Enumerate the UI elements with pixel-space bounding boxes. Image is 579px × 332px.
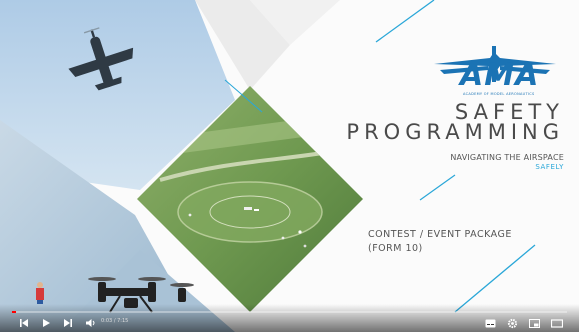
- settings-icon[interactable]: [506, 317, 518, 329]
- accent-line-mid: [419, 174, 456, 201]
- video-player[interactable]: AMA ACADEMY OF MODEL AERONAUTICS SAFETY …: [0, 0, 579, 332]
- package-line-2: (FORM 10): [368, 243, 423, 254]
- logo-subtext: ACADEMY OF MODEL AERONAUTICS: [463, 92, 535, 96]
- package-line-1: CONTEST / EVENT PACKAGE: [368, 229, 512, 240]
- next-icon[interactable]: [62, 317, 74, 329]
- volume-icon[interactable]: [84, 317, 96, 329]
- accent-line-bottom: [454, 244, 536, 313]
- progress-bar-fill: [12, 311, 16, 313]
- previous-icon[interactable]: [18, 317, 30, 329]
- play-icon[interactable]: [40, 317, 52, 329]
- title-line-2: PROGRAMMING: [346, 120, 564, 144]
- subtitle-line-1: NAVIGATING THE AIRSPACE: [450, 153, 564, 162]
- theater-icon[interactable]: [550, 317, 564, 329]
- timecode: 0:03 / 7:15: [101, 318, 129, 324]
- progress-bar[interactable]: [12, 311, 567, 313]
- accent-line-top: [375, 0, 435, 43]
- miniplayer-icon[interactable]: [528, 317, 540, 329]
- captions-icon[interactable]: [484, 317, 496, 329]
- subtitle-line-2: SAFELY: [535, 163, 564, 171]
- logo-wordmark: AMA: [460, 58, 540, 93]
